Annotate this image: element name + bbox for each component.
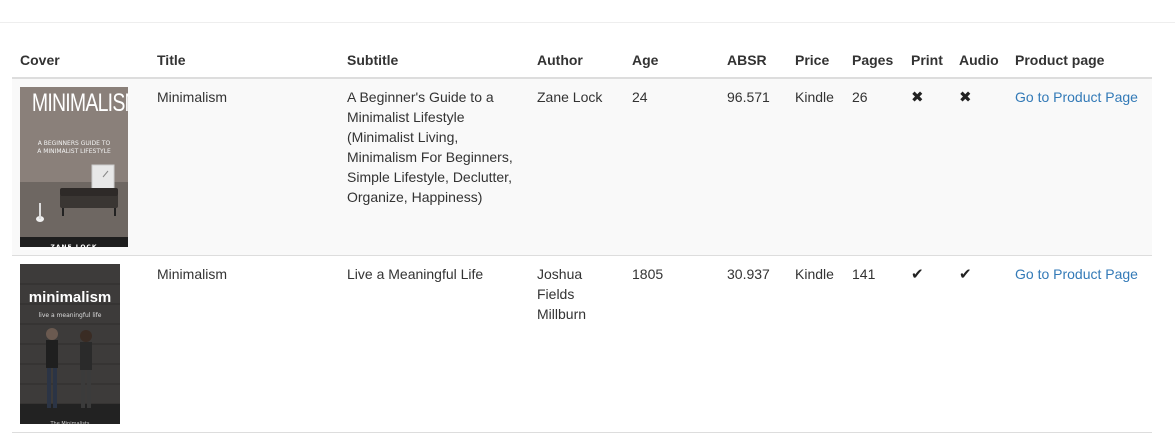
header-audio[interactable]: Audio: [951, 42, 1007, 79]
header-product-page[interactable]: Product page: [1007, 42, 1152, 79]
cover-tagline: live a meaningful life: [38, 312, 102, 319]
subtitle-cell: A Beginner's Guide to a Minimalist Lifes…: [339, 78, 529, 256]
product-page-link[interactable]: Go to Product Page: [1015, 266, 1138, 282]
cover-cell: minimalism live a meaningful life The Mi…: [12, 255, 149, 433]
check-mark-icon: ✔: [911, 265, 924, 283]
product-page-cell: Go to Product Page: [1007, 78, 1152, 256]
header-cover[interactable]: Cover: [12, 42, 149, 79]
product-page-link[interactable]: Go to Product Page: [1015, 89, 1138, 105]
x-mark-icon: ✖: [959, 88, 972, 106]
author-cell: Zane Lock: [529, 78, 624, 256]
header-author[interactable]: Author: [529, 42, 624, 79]
cover-title: MINIMALISM: [31, 89, 128, 117]
title-cell: Minimalism: [149, 255, 339, 433]
check-mark-icon: ✔: [959, 265, 972, 283]
age-cell: 1805: [624, 255, 719, 433]
title-cell: Minimalism: [149, 78, 339, 256]
book-cover-image[interactable]: minimalism live a meaningful life The Mi…: [20, 264, 120, 424]
header-price[interactable]: Price: [787, 42, 844, 79]
cover-title: minimalism: [28, 289, 112, 306]
price-cell: Kindle: [787, 78, 844, 256]
product-page-cell: Go to Product Page: [1007, 255, 1152, 433]
x-mark-icon: ✖: [911, 88, 924, 106]
age-cell: 24: [624, 78, 719, 256]
audio-cell: ✖: [951, 78, 1007, 256]
price-cell: Kindle: [787, 255, 844, 433]
absr-cell: 30.937: [719, 255, 787, 433]
cover-cell: MINIMALISM A BEGINNERS GUIDE TO A MINIMA…: [12, 78, 149, 256]
book-cover-image[interactable]: MINIMALISM A BEGINNERS GUIDE TO A MINIMA…: [20, 87, 128, 247]
header-title[interactable]: Title: [149, 42, 339, 79]
print-cell: ✖: [903, 78, 951, 256]
top-divider: [0, 22, 1175, 23]
header-print[interactable]: Print: [903, 42, 951, 79]
subtitle-cell: Live a Meaningful Life: [339, 255, 529, 433]
header-absr[interactable]: ABSR: [719, 42, 787, 79]
pages-cell: 141: [844, 255, 903, 433]
absr-cell: 96.571: [719, 78, 787, 256]
print-cell: ✔: [903, 255, 951, 433]
header-pages[interactable]: Pages: [844, 42, 903, 79]
cover-tagline: A MINIMALIST LIFESTYLE: [37, 148, 111, 155]
books-table: Cover Title Subtitle Author Age ABSR Pri…: [12, 42, 1152, 433]
table-row: minimalism live a meaningful life The Mi…: [12, 255, 1152, 433]
audio-cell: ✔: [951, 255, 1007, 433]
pages-cell: 26: [844, 78, 903, 256]
cover-author: The Minimalists: [50, 421, 90, 424]
header-age[interactable]: Age: [624, 42, 719, 79]
table-header-row: Cover Title Subtitle Author Age ABSR Pri…: [12, 42, 1152, 79]
table-row: MINIMALISM A BEGINNERS GUIDE TO A MINIMA…: [12, 78, 1152, 256]
cover-author: ZANE LOCK: [20, 238, 128, 247]
header-subtitle[interactable]: Subtitle: [339, 42, 529, 79]
author-cell: Joshua Fields Millburn: [529, 255, 624, 433]
